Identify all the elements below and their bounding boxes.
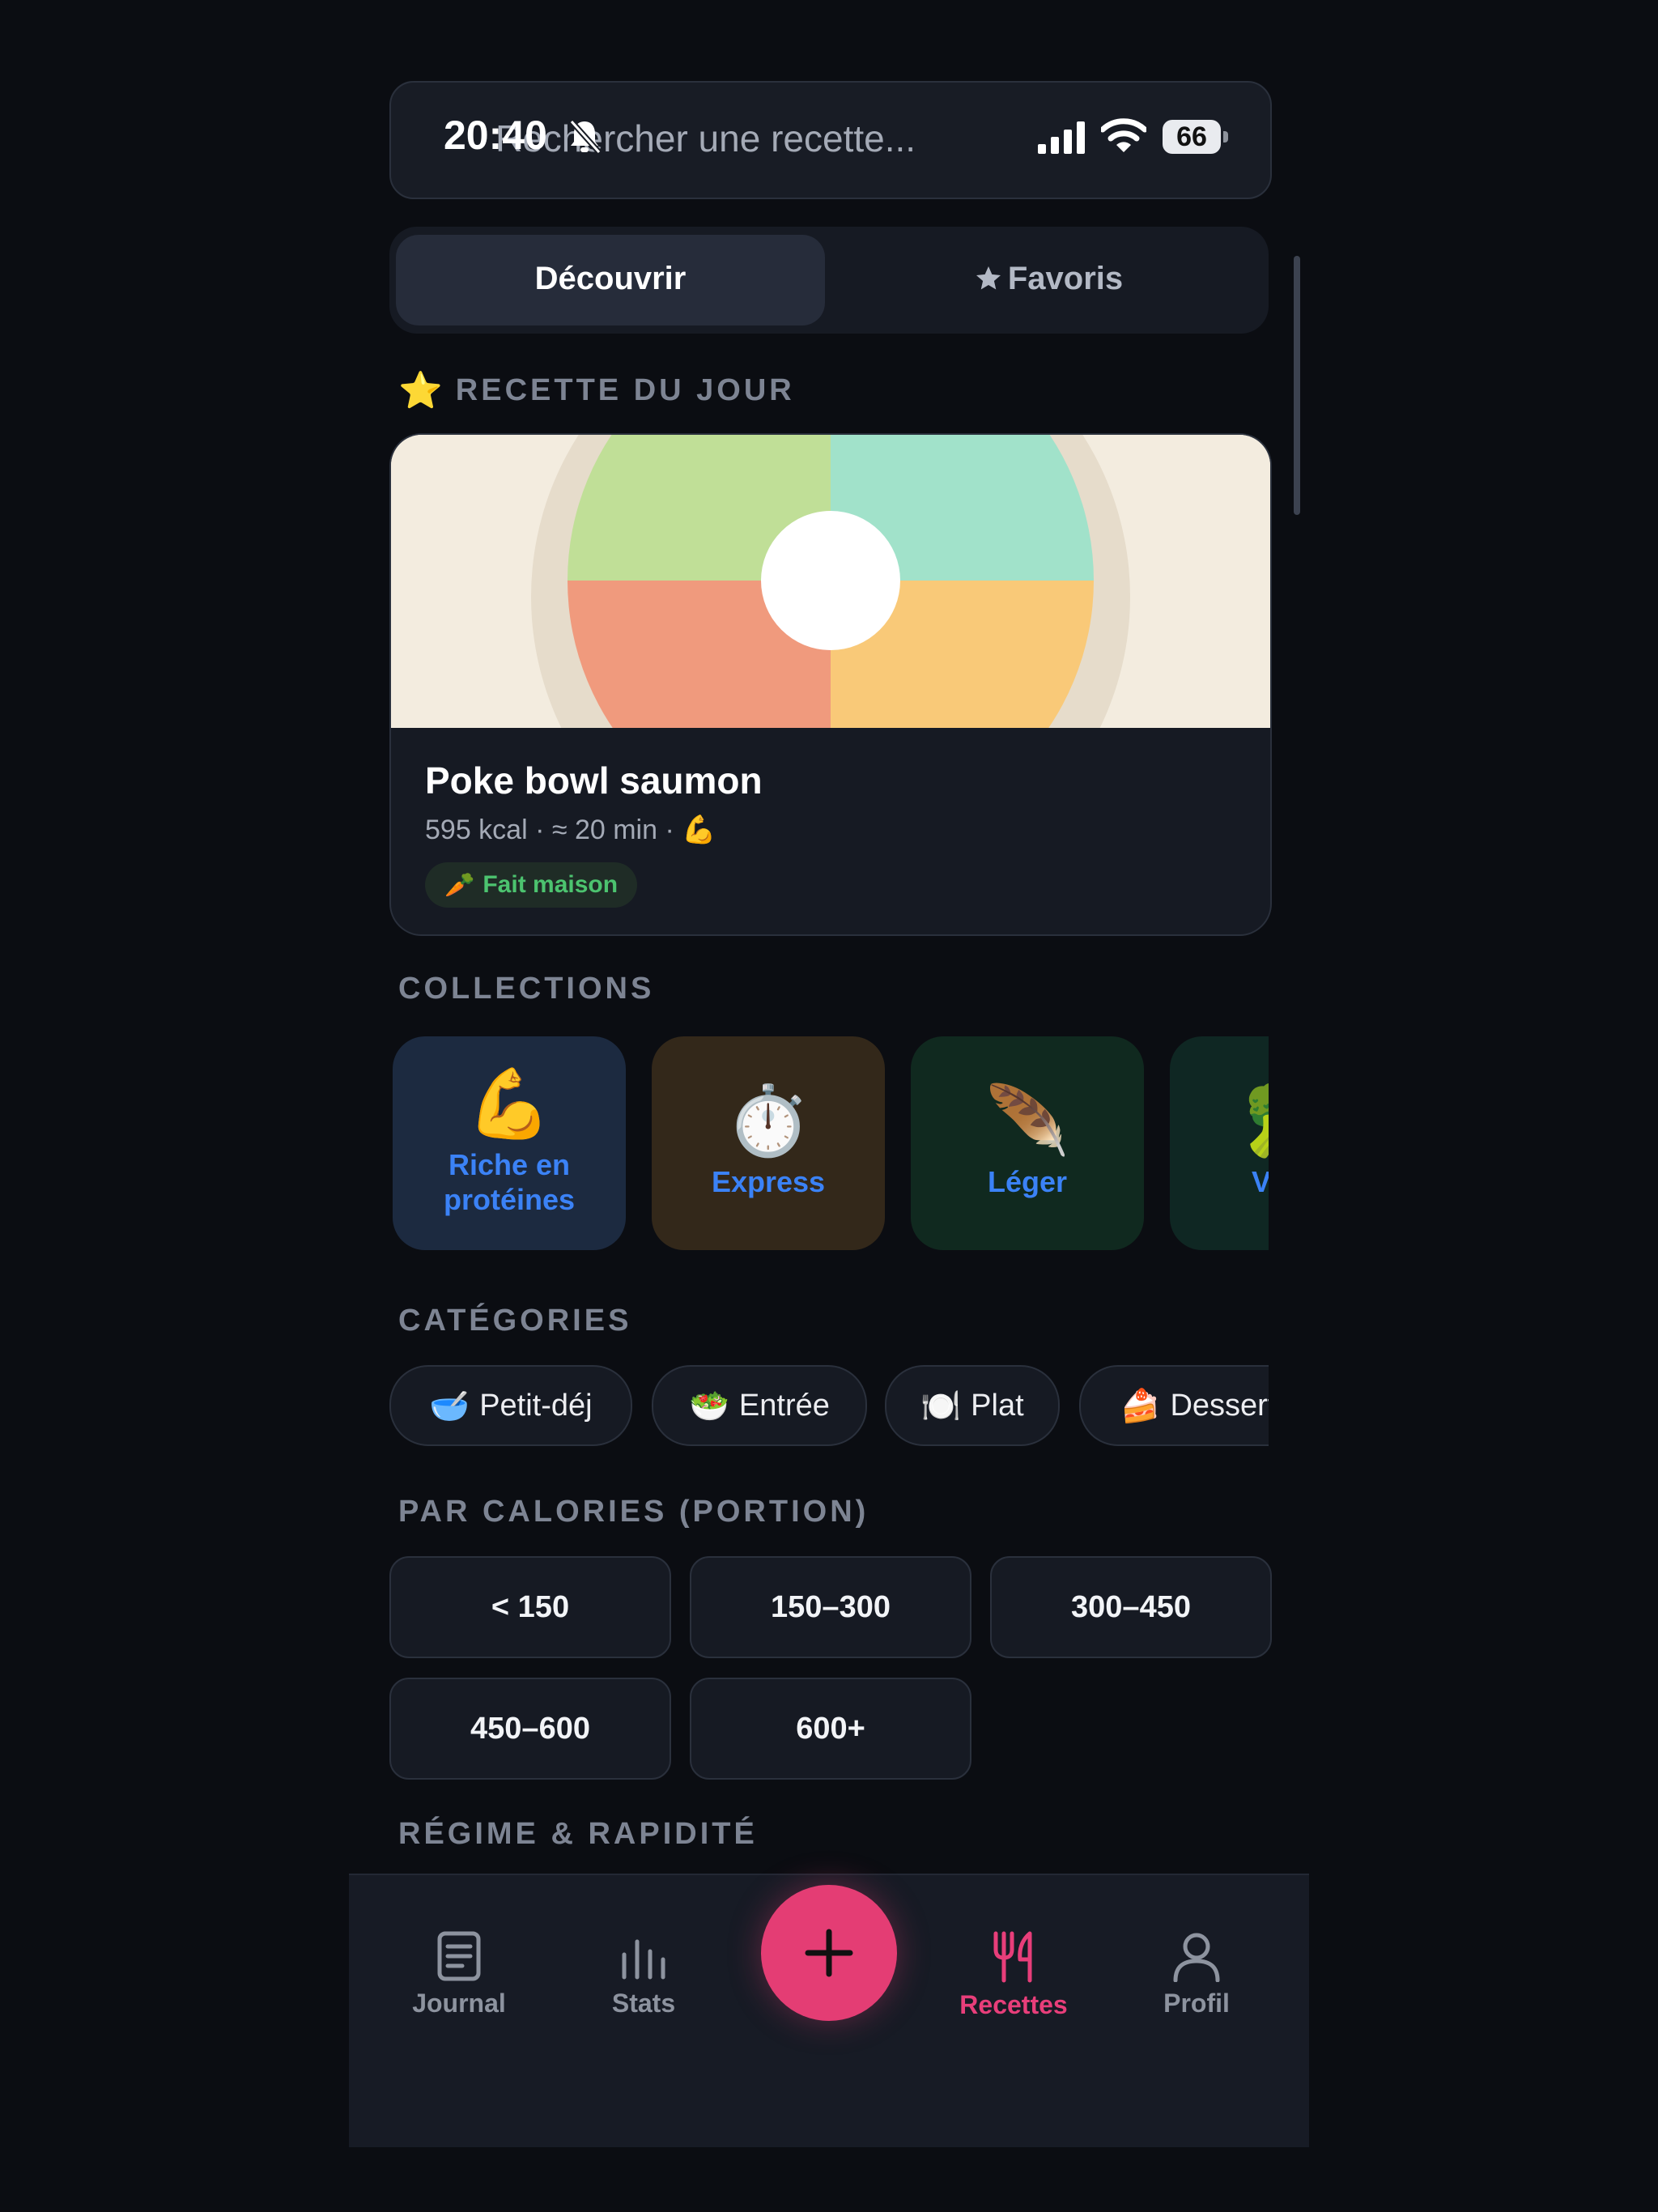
collection-card-protein[interactable]: 💪 Riche en protéines	[393, 1036, 626, 1250]
chip-label: Dessert	[1170, 1388, 1269, 1423]
bowl-icon: 🥣	[429, 1388, 470, 1424]
bell-muted-icon	[569, 119, 602, 155]
collections-carousel[interactable]: 💪 Riche en protéines ⏱️ Express 🪶 Léger …	[389, 1036, 1269, 1252]
feather-icon: 🪶	[984, 1083, 1070, 1159]
category-chip-breakfast[interactable]: 🥣 Petit-déj	[389, 1365, 632, 1446]
carrot-icon: 🥕	[444, 871, 475, 899]
tab-favorites-label: Favoris	[1007, 261, 1124, 296]
section-title-recipe-of-day: ⭐ RECETTE DU JOUR	[398, 371, 795, 410]
tab-profile[interactable]: Profil	[1116, 1930, 1278, 2018]
collection-label: Léger	[987, 1165, 1068, 1199]
plate-icon: 🍽️	[920, 1388, 962, 1424]
category-chip-dessert[interactable]: 🍰 Dessert	[1079, 1365, 1269, 1446]
star-icon	[976, 266, 1001, 290]
signal-icon	[1038, 121, 1085, 154]
muscle-icon: 💪	[466, 1065, 552, 1142]
stopwatch-icon: ⏱️	[725, 1083, 811, 1159]
tab-recipes[interactable]: Recettes	[933, 1930, 1095, 2020]
calorie-filter-lt150[interactable]: < 150	[389, 1556, 671, 1658]
tab-journal[interactable]: Journal	[378, 1930, 540, 2018]
chip-label: Petit-déj	[479, 1388, 593, 1423]
star-emoji-icon: ⭐	[398, 371, 443, 410]
chip-label: Plat	[971, 1388, 1024, 1423]
status-time: 20:40	[444, 113, 547, 158]
document-icon	[437, 1931, 481, 1981]
wifi-icon	[1101, 118, 1146, 152]
battery-nub	[1223, 131, 1228, 143]
chip-label: Entrée	[738, 1388, 830, 1423]
section-title-calories: PAR CALORIES (PORTION)	[398, 1495, 869, 1529]
tab-stats[interactable]: Stats	[563, 1930, 725, 2018]
category-chip-main[interactable]: 🍽️ Plat	[885, 1365, 1060, 1446]
recipe-tag-badge: 🥕 Fait maison	[425, 862, 638, 908]
categories-row[interactable]: 🥣 Petit-déj 🥗 Entrée 🍽️ Plat 🍰 Dessert	[389, 1365, 1269, 1446]
section-title-diet-speed: RÉGIME & RAPIDITÉ	[398, 1817, 758, 1851]
collection-card-express[interactable]: ⏱️ Express	[652, 1036, 885, 1250]
collection-label: Express	[711, 1165, 826, 1199]
battery-level: 66	[1176, 121, 1207, 152]
tab-recipes-label: Recettes	[959, 1990, 1068, 2019]
cake-icon: 🍰	[1120, 1388, 1161, 1424]
collection-card-light[interactable]: 🪶 Léger	[911, 1036, 1144, 1250]
collection-label: Végé	[1251, 1165, 1269, 1199]
section-title-categories: CATÉGORIES	[398, 1304, 632, 1338]
recipe-tag-label: Fait maison	[483, 871, 619, 898]
recipe-image	[391, 435, 1270, 728]
recipe-title: Poke bowl saumon	[425, 759, 763, 802]
scrollbar[interactable]	[1294, 256, 1300, 515]
calorie-filter-300-450[interactable]: 300–450	[990, 1556, 1272, 1658]
person-icon	[1173, 1933, 1220, 1982]
tab-favorites[interactable]: Favoris	[834, 261, 1263, 297]
collection-label: Riche en protéines	[443, 1147, 576, 1216]
collection-card-veggie[interactable]: 🥦 Végé	[1170, 1036, 1269, 1250]
fork-knife-icon	[993, 1931, 1032, 1983]
salad-icon: 🥗	[689, 1388, 729, 1424]
add-button[interactable]	[761, 1885, 897, 2021]
recipe-meta: 595 kcal · ≈ 20 min · 💪	[425, 815, 716, 845]
recipe-of-day-card[interactable]: Poke bowl saumon 595 kcal · ≈ 20 min · 💪…	[389, 433, 1272, 936]
category-chip-starter[interactable]: 🥗 Entrée	[652, 1365, 867, 1446]
calorie-filter-450-600[interactable]: 450–600	[389, 1678, 671, 1780]
calorie-filter-600-plus[interactable]: 600+	[690, 1678, 971, 1780]
tab-discover-label[interactable]: Découvrir	[396, 261, 825, 297]
tab-stats-label: Stats	[611, 1989, 676, 2018]
calorie-filter-150-300[interactable]: 150–300	[690, 1556, 971, 1658]
section-title-collections: COLLECTIONS	[398, 972, 655, 1006]
broccoli-icon: 🥦	[1244, 1087, 1269, 1155]
bar-chart-icon	[622, 1939, 665, 1980]
tab-profile-label: Profil	[1163, 1989, 1230, 2018]
plus-icon	[805, 1929, 853, 1977]
tab-journal-label: Journal	[412, 1989, 506, 2018]
poke-bowl-illustration	[391, 435, 1270, 728]
search-placeholder[interactable]: Rechercher une recette...	[495, 117, 916, 160]
